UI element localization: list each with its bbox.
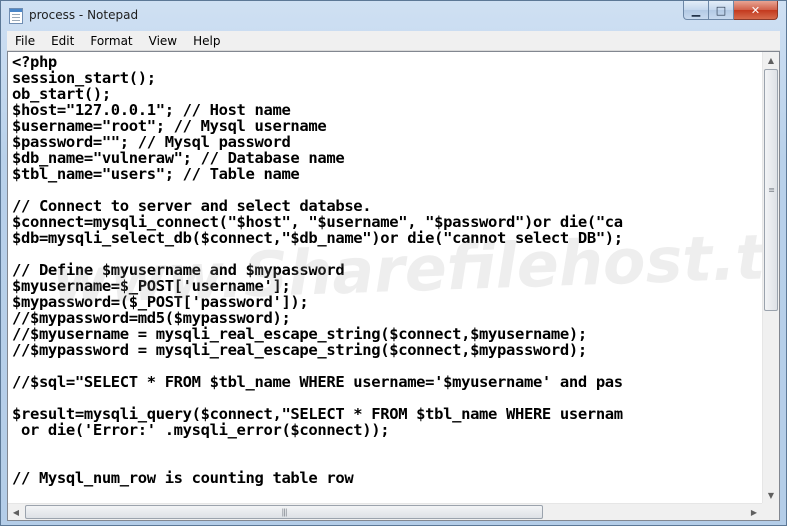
grip-icon: ||| [281, 507, 287, 517]
vertical-scrollbar[interactable]: ▲ ≡ ▼ [762, 52, 779, 503]
scroll-left-arrow-icon[interactable]: ◀ [8, 504, 24, 520]
size-grip[interactable] [762, 503, 779, 520]
code-line[interactable]: // Connect to server and select databse. [12, 198, 766, 214]
text-area[interactable]: <?php session_start(); ob_start(); $host="1… [12, 54, 766, 501]
scroll-right-arrow-icon[interactable]: ▶ [746, 504, 762, 520]
code-line[interactable] [12, 454, 766, 470]
code-line[interactable]: $result=mysqli_query($connect,"SELECT * … [12, 406, 766, 422]
code-line[interactable]: $username="root"; // Mysql username [12, 118, 766, 134]
grip-icon: ≡ [768, 185, 775, 195]
menu-format[interactable]: Format [82, 34, 140, 48]
scroll-up-arrow-icon[interactable]: ▲ [763, 52, 779, 68]
horizontal-scroll-thumb[interactable]: ||| [25, 505, 543, 519]
code-line[interactable] [12, 246, 766, 262]
code-line[interactable]: //$sql="SELECT * FROM $tbl_name WHERE us… [12, 374, 766, 390]
code-line[interactable]: $myusername=$_POST['username']; [12, 278, 766, 294]
menu-view[interactable]: View [141, 34, 185, 48]
minimize-button[interactable]: ▁ [683, 1, 709, 20]
vertical-scroll-thumb[interactable]: ≡ [764, 69, 778, 311]
code-line[interactable]: // Mysql_num_row is counting table row [12, 470, 766, 486]
code-line[interactable]: //$mypassword = mysqli_real_escape_strin… [12, 342, 766, 358]
code-line[interactable] [12, 182, 766, 198]
code-line[interactable]: //$mypassword=md5($mypassword); [12, 310, 766, 326]
code-line[interactable]: $tbl_name="users"; // Table name [12, 166, 766, 182]
notepad-icon[interactable] [9, 8, 23, 24]
code-text[interactable]: <?php session_start(); ob_start(); $host="1… [12, 54, 766, 486]
scroll-down-arrow-icon[interactable]: ▼ [763, 487, 779, 503]
caption-buttons: ▁ □ ✕ [683, 1, 778, 21]
code-line[interactable]: $password=""; // Mysql password [12, 134, 766, 150]
editor[interactable]: <?php session_start(); ob_start(); $host="1… [7, 51, 780, 521]
menu-file[interactable]: File [7, 34, 43, 48]
menu-edit[interactable]: Edit [43, 34, 82, 48]
code-line[interactable]: session_start(); [12, 70, 766, 86]
code-line[interactable]: $db_name="vulneraw"; // Database name [12, 150, 766, 166]
code-line[interactable]: <?php [12, 54, 766, 70]
code-line[interactable]: $db=mysqli_select_db($connect,"$db_name"… [12, 230, 766, 246]
title-bar[interactable]: process - Notepad ▁ □ ✕ [1, 1, 786, 31]
notepad-window: process - Notepad ▁ □ ✕ File Edit Format… [0, 0, 787, 526]
window-title: process - Notepad [29, 8, 139, 22]
close-button[interactable]: ✕ [734, 1, 778, 20]
code-line[interactable]: $host="127.0.0.1"; // Host name [12, 102, 766, 118]
code-line[interactable] [12, 390, 766, 406]
code-line[interactable]: ob_start(); [12, 86, 766, 102]
code-line[interactable]: // Define $myusername and $mypassword [12, 262, 766, 278]
code-line[interactable]: $mypassword=($_POST['password']); [12, 294, 766, 310]
code-line[interactable]: $connect=mysqli_connect("$host", "$usern… [12, 214, 766, 230]
code-line[interactable] [12, 438, 766, 454]
menu-help[interactable]: Help [185, 34, 228, 48]
code-line[interactable]: //$myusername = mysqli_real_escape_strin… [12, 326, 766, 342]
maximize-button[interactable]: □ [709, 1, 734, 20]
menu-bar: File Edit Format View Help [7, 31, 780, 51]
code-line[interactable]: or die('Error:' .mysqli_error($connect))… [12, 422, 766, 438]
code-line[interactable] [12, 358, 766, 374]
horizontal-scrollbar[interactable]: ◀ ||| ▶ [8, 503, 762, 520]
